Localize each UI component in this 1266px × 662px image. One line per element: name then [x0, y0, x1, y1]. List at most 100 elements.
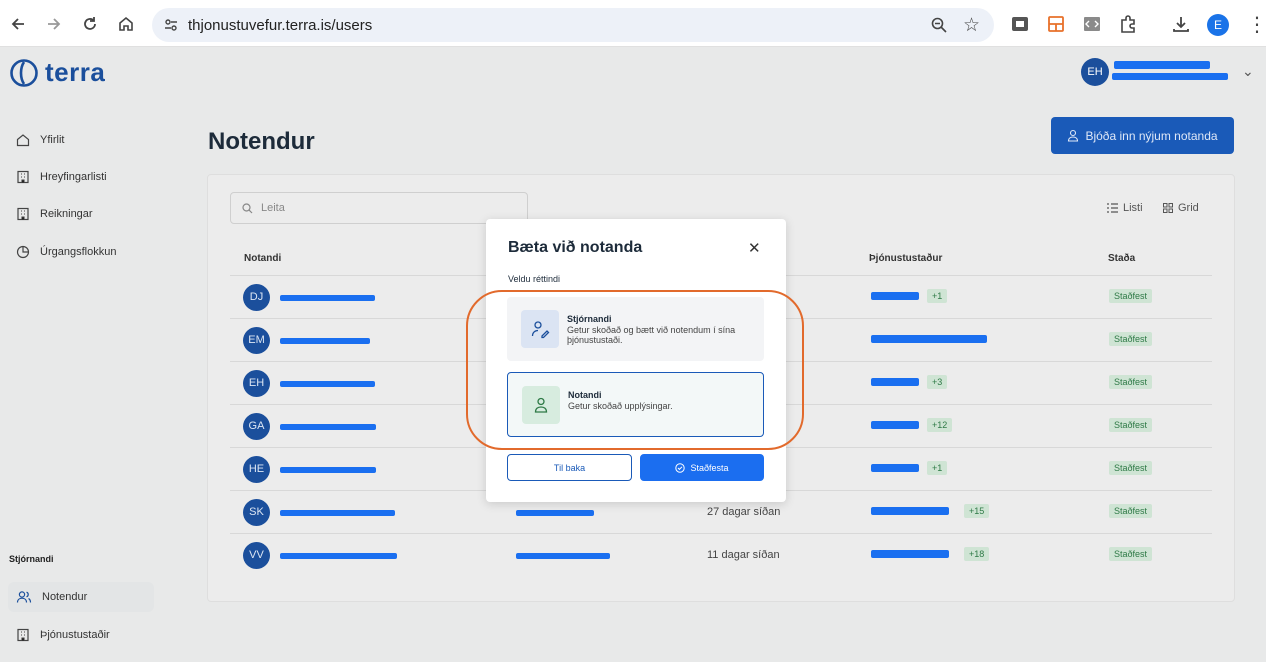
redacted-user-name	[1114, 61, 1210, 69]
home-icon	[16, 134, 30, 147]
redacted-user-email	[1112, 73, 1228, 80]
avatar: SK	[243, 499, 270, 526]
search-placeholder: Leita	[261, 202, 285, 214]
dialog-title: Bæta við notanda	[508, 239, 643, 256]
redacted-email	[516, 510, 594, 516]
page-title: Notendur	[208, 128, 315, 155]
users-icon	[16, 591, 32, 603]
grid-icon	[1163, 203, 1173, 213]
service-count-badge: +3	[927, 375, 948, 389]
invite-user-button[interactable]: Bjóða inn nýjum notanda	[1051, 117, 1234, 154]
redacted-service	[871, 378, 919, 386]
service-count-badge: +12	[927, 418, 953, 432]
sidebar-item-label: Úrgangsflokkun	[40, 246, 117, 258]
user-avatar[interactable]: EH	[1081, 58, 1109, 86]
status-badge: Staðfest	[1109, 375, 1153, 389]
avatar: DJ	[243, 284, 270, 311]
check-circle-icon	[675, 462, 686, 473]
sidebar: Yfirlit Hreyfingarlisti Reikningar Úrgan…	[0, 99, 166, 662]
service-count-badge: +1	[927, 289, 948, 303]
redacted-email	[516, 553, 610, 559]
url-text[interactable]: thjonustuvefur.terra.is/users	[188, 17, 372, 34]
sidebar-item-yfirlit[interactable]: Yfirlit	[8, 125, 154, 155]
building-icon	[17, 207, 29, 221]
status-badge: Staðfest	[1109, 332, 1153, 346]
table-row[interactable]: VV 11 dagar síðan +18 Staðfest	[230, 533, 1212, 576]
sidebar-item-notendur[interactable]: Notendur	[8, 582, 154, 612]
view-list-toggle[interactable]: Listi	[1107, 202, 1143, 214]
sidebar-section-label: Stjórnandi	[9, 554, 54, 564]
sidebar-item-hreyfingarlisti[interactable]: Hreyfingarlisti	[8, 162, 154, 192]
service-count-badge: +18	[964, 547, 990, 561]
status-badge: Staðfest	[1109, 289, 1153, 303]
download-icon[interactable]	[1171, 14, 1191, 34]
redacted-service	[871, 421, 919, 429]
sidebar-item-reikningar[interactable]: Reikningar	[8, 199, 154, 229]
reload-icon[interactable]	[78, 12, 102, 36]
search-icon	[242, 203, 253, 214]
column-header-user[interactable]: Notandi	[244, 253, 281, 264]
status-badge: Staðfest	[1109, 504, 1153, 518]
invite-button-label: Bjóða inn nýjum notanda	[1085, 128, 1218, 143]
avatar: EH	[243, 370, 270, 397]
status-badge: Staðfest	[1109, 461, 1153, 475]
redacted-service	[871, 335, 987, 343]
back-icon[interactable]	[6, 12, 30, 36]
avatar: VV	[243, 542, 270, 569]
app-header: terra EH ⌄	[0, 47, 1266, 99]
building-icon	[17, 170, 29, 184]
home-icon[interactable]	[114, 12, 138, 36]
dialog-subtitle: Veldu réttindi	[508, 274, 561, 284]
view-grid-toggle[interactable]: Grid	[1163, 202, 1199, 214]
profile-avatar[interactable]: E	[1207, 14, 1229, 36]
avatar: GA	[243, 413, 270, 440]
column-header-status[interactable]: Staða	[1108, 253, 1135, 264]
sidebar-item-label: Hreyfingarlisti	[40, 171, 107, 183]
forward-icon[interactable]	[42, 12, 66, 36]
bookmark-star-icon[interactable]: ☆	[963, 14, 980, 37]
sidebar-item-thjonustustadir[interactable]: Þjónustustaðir	[8, 620, 154, 650]
close-icon[interactable]: ✕	[748, 239, 761, 257]
menu-kebab-icon[interactable]: ⋮	[1247, 12, 1266, 37]
column-header-service[interactable]: Þjónustustaður	[869, 253, 942, 264]
redacted-name	[280, 467, 376, 473]
logo-text: terra	[45, 57, 106, 87]
avatar: EM	[243, 327, 270, 354]
annotation-highlight	[466, 290, 804, 450]
extension-icon[interactable]	[1010, 14, 1030, 34]
chevron-down-icon[interactable]: ⌄	[1242, 63, 1254, 80]
redacted-service	[871, 292, 919, 300]
building-icon	[17, 628, 29, 642]
confirm-button-label: Staðfesta	[690, 462, 729, 473]
list-icon	[1107, 203, 1118, 213]
service-count-badge: +15	[964, 504, 990, 518]
redacted-name	[280, 553, 397, 559]
pie-chart-icon	[16, 245, 30, 259]
logo[interactable]: terra	[9, 57, 105, 88]
confirm-button[interactable]: Staðfesta	[640, 454, 764, 481]
view-list-label: Listi	[1123, 202, 1143, 214]
puzzle-icon[interactable]	[1118, 14, 1138, 34]
sidebar-item-urgangsflokkun[interactable]: Úrgangsflokkun	[8, 237, 154, 267]
status-badge: Staðfest	[1109, 418, 1153, 432]
address-bar[interactable]: thjonustuvefur.terra.is/users ☆	[152, 8, 994, 42]
back-button[interactable]: Til baka	[507, 454, 632, 481]
last-active-time: 27 dagar síðan	[707, 506, 781, 518]
layout-extension-icon[interactable]	[1046, 14, 1066, 34]
site-settings-icon[interactable]	[162, 16, 180, 34]
redacted-name	[280, 338, 370, 344]
search-input[interactable]: Leita	[230, 192, 528, 224]
code-extension-icon[interactable]	[1082, 14, 1102, 34]
sidebar-item-label: Yfirlit	[40, 134, 65, 146]
redacted-name	[280, 295, 375, 301]
redacted-service	[871, 550, 949, 558]
zoom-icon[interactable]	[930, 16, 948, 39]
browser-toolbar: thjonustuvefur.terra.is/users ☆ E ⋮	[0, 0, 1266, 47]
last-active-time: 11 dagar síðan	[707, 549, 780, 561]
sidebar-item-label: Notendur	[42, 591, 88, 603]
service-count-badge: +1	[927, 461, 948, 475]
redacted-service	[871, 464, 919, 472]
redacted-name	[280, 424, 376, 430]
status-badge: Staðfest	[1109, 547, 1153, 561]
avatar: HE	[243, 456, 270, 483]
